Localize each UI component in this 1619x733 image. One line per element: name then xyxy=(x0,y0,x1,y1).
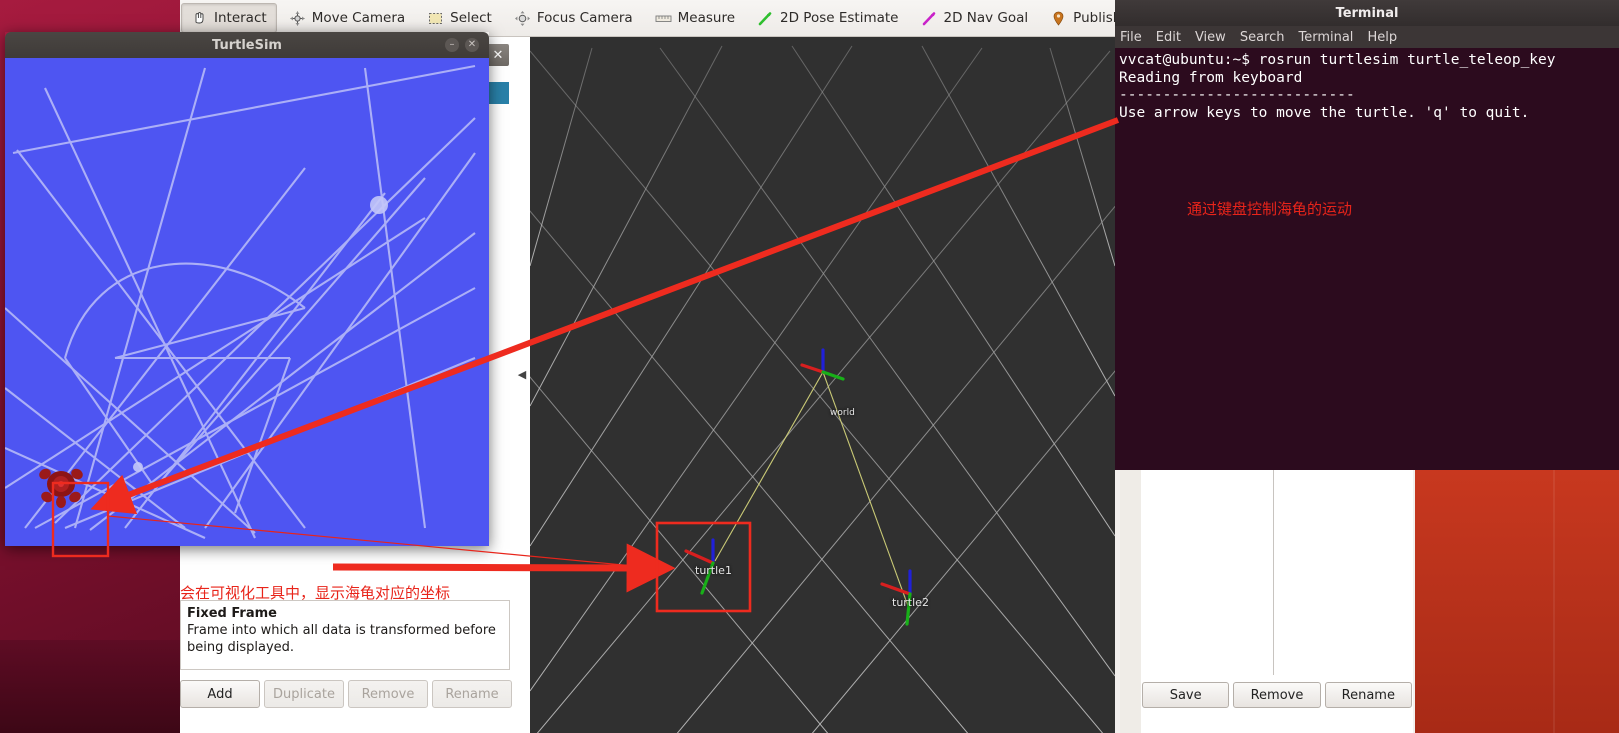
save-button[interactable]: Save xyxy=(1142,682,1230,708)
tool-move-camera-label: Move Camera xyxy=(311,10,406,26)
displays-button-row: Add Duplicate Remove Rename xyxy=(180,680,512,708)
right-panel-column-divider xyxy=(1273,470,1274,675)
select-rectangle-icon xyxy=(427,10,444,27)
turtle-sprite-blue xyxy=(59,538,115,546)
terminal-output[interactable]: vvcat@ubuntu:~$ rosrun turtlesim turtle_… xyxy=(1115,48,1619,470)
close-icon[interactable]: ✕ xyxy=(465,38,479,52)
desktop-wallpaper-right xyxy=(1413,470,1619,733)
turtlesim-window[interactable]: TurtleSim – ✕ xyxy=(5,32,489,546)
terminal-annotation-text: 通过键盘控制海龟的运动 xyxy=(1187,200,1353,218)
turtlesim-titlebar[interactable]: TurtleSim – ✕ xyxy=(5,32,489,58)
description-title: Fixed Frame xyxy=(187,606,277,621)
remove-button-right[interactable]: Remove xyxy=(1233,682,1321,708)
menu-help[interactable]: Help xyxy=(1367,30,1397,45)
menu-terminal[interactable]: Terminal xyxy=(1298,30,1353,45)
focus-camera-icon xyxy=(514,10,531,27)
move-camera-icon xyxy=(289,10,306,27)
terminal-window[interactable]: Terminal File Edit View Search Terminal … xyxy=(1115,0,1619,470)
collapse-left-icon[interactable]: ◀ xyxy=(514,360,530,388)
terminal-menubar: File Edit View Search Terminal Help xyxy=(1115,26,1619,48)
rename-button[interactable]: Rename xyxy=(432,680,512,708)
tool-focus-camera[interactable]: Focus Camera xyxy=(504,3,643,33)
tool-2d-nav-goal-label: 2D Nav Goal xyxy=(943,10,1029,26)
tool-2d-pose-estimate-label: 2D Pose Estimate xyxy=(780,10,899,26)
menu-search[interactable]: Search xyxy=(1240,30,1285,45)
terminal-line-reading: Reading from keyboard xyxy=(1119,69,1303,86)
close-icon[interactable]: ✕ xyxy=(487,44,509,66)
ruler-icon xyxy=(655,10,672,27)
minimize-icon[interactable]: – xyxy=(445,38,459,52)
tf-frame-label-turtle1: turtle1 xyxy=(695,564,732,577)
rename-button-right[interactable]: Rename xyxy=(1324,682,1412,708)
terminal-line-usage: Use arrow keys to move the turtle. 'q' t… xyxy=(1119,104,1530,121)
menu-file[interactable]: File xyxy=(1120,30,1142,45)
tool-move-camera[interactable]: Move Camera xyxy=(279,3,415,33)
annotation-bottom-text: 会在可视化工具中，显示海龟对应的坐标 xyxy=(180,584,451,602)
right-panel-button-row: Save Remove Rename xyxy=(1142,682,1412,708)
map-pin-icon xyxy=(1050,10,1067,27)
description-box: Fixed Frame Frame into which all data is… xyxy=(180,600,510,670)
terminal-line-command: vvcat@ubuntu:~$ rosrun turtlesim turtle_… xyxy=(1119,52,1556,68)
tool-2d-nav-goal[interactable]: 2D Nav Goal xyxy=(911,3,1039,33)
terminal-title: Terminal xyxy=(1335,5,1399,21)
tool-focus-camera-label: Focus Camera xyxy=(536,10,633,26)
rviz-grid xyxy=(530,45,1115,733)
right-panel-gutter xyxy=(1120,470,1141,733)
menu-view[interactable]: View xyxy=(1195,30,1226,45)
desktop-wallpaper-bottom xyxy=(0,640,190,733)
duplicate-button[interactable]: Duplicate xyxy=(264,680,344,708)
terminal-titlebar[interactable]: Terminal xyxy=(1115,0,1619,26)
tf-frame-label-turtle2: turtle2 xyxy=(892,596,929,609)
tool-select-label: Select xyxy=(450,10,492,26)
tf-frame-label-world: world xyxy=(830,408,855,418)
magenta-arrow-icon xyxy=(921,10,938,27)
turtlesim-title: TurtleSim xyxy=(212,37,282,53)
tool-measure-label: Measure xyxy=(677,10,736,26)
green-arrow-icon xyxy=(757,10,774,27)
turtlesim-canvas[interactable] xyxy=(5,58,489,546)
tool-select[interactable]: Select xyxy=(417,3,502,33)
description-body: Frame into which all data is transformed… xyxy=(187,623,496,655)
tool-interact-label: Interact xyxy=(214,10,267,26)
turtle-sprite-red xyxy=(39,468,83,508)
remove-button[interactable]: Remove xyxy=(348,680,428,708)
terminal-line-divider: --------------------------- xyxy=(1119,87,1355,103)
tool-2d-pose-estimate[interactable]: 2D Pose Estimate xyxy=(747,3,908,33)
add-button[interactable]: Add xyxy=(180,680,260,708)
tool-interact[interactable]: Interact xyxy=(181,3,277,33)
hand-cursor-icon xyxy=(191,10,208,27)
menu-edit[interactable]: Edit xyxy=(1156,30,1181,45)
rviz-3d-viewport[interactable]: world turtle1 turtle2 xyxy=(530,36,1115,733)
tool-measure[interactable]: Measure xyxy=(645,3,745,33)
